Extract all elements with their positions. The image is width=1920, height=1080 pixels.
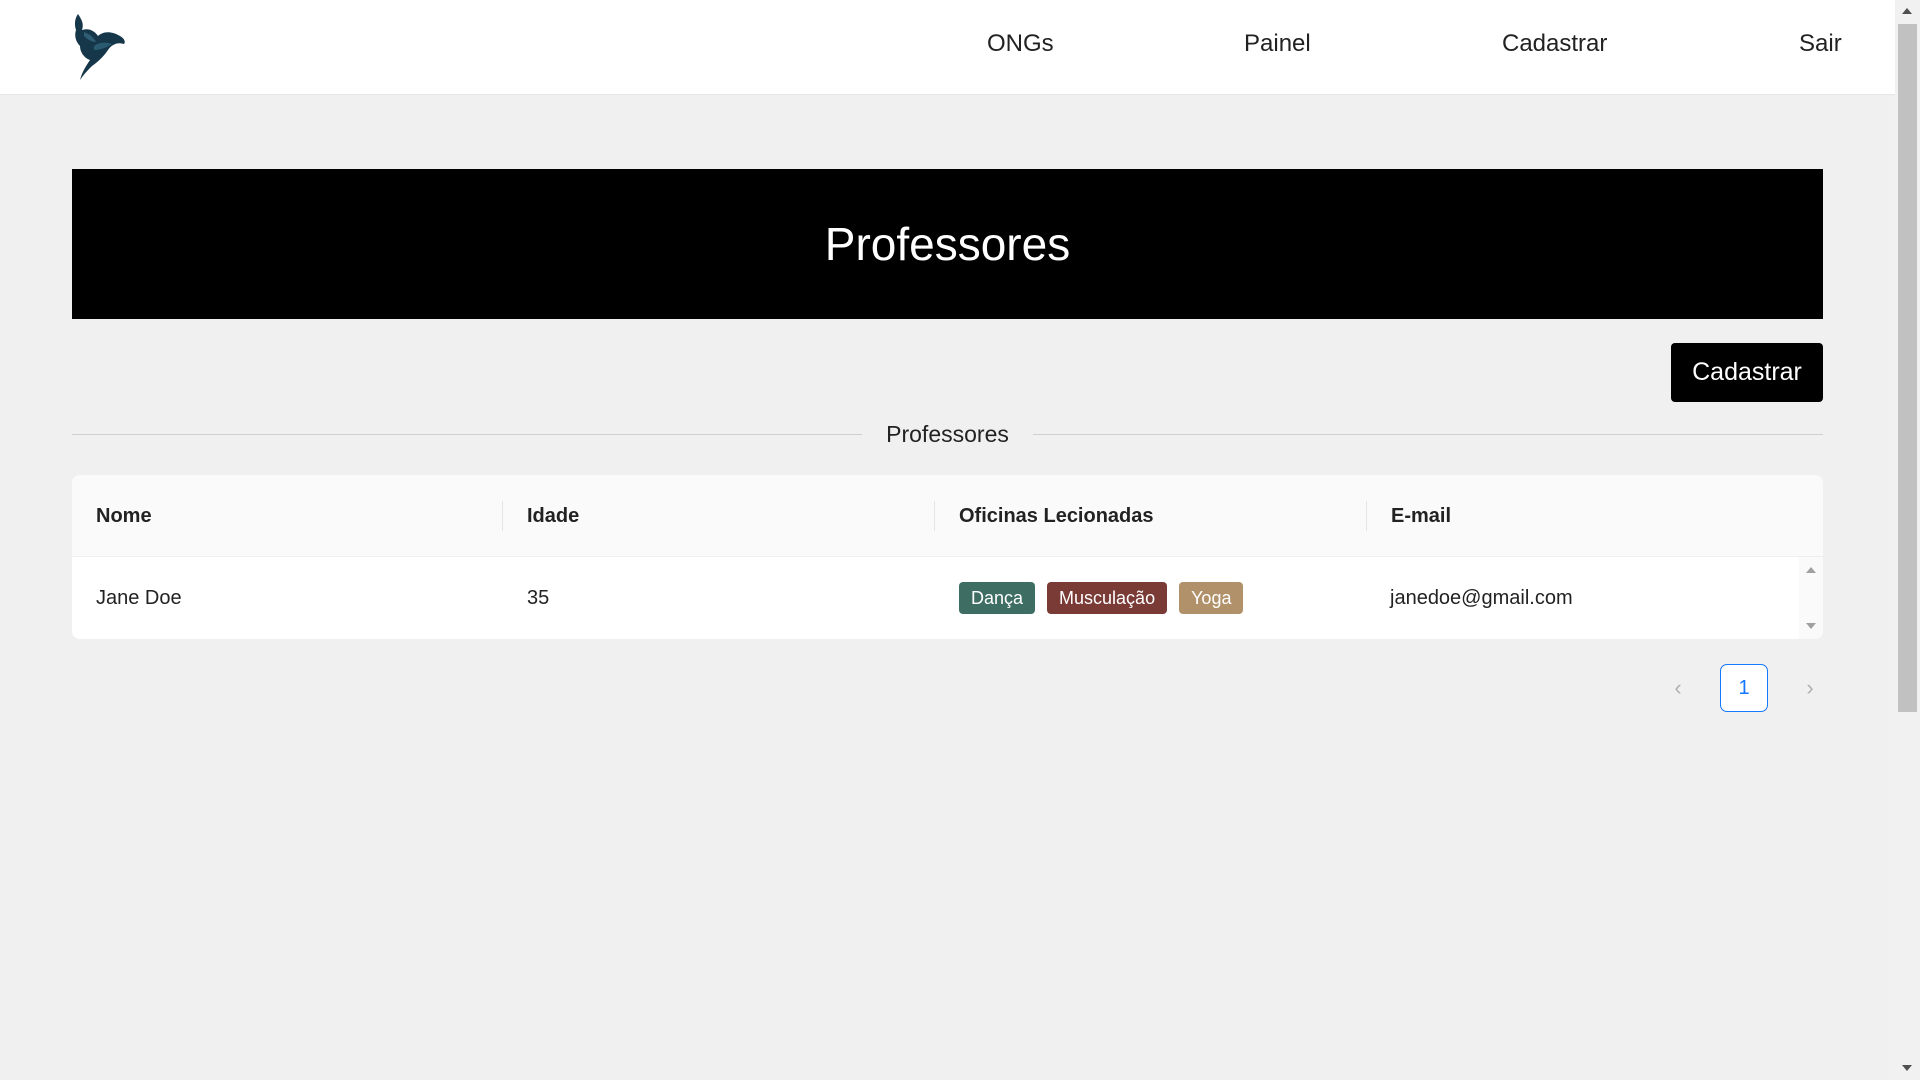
nav-item-ongs[interactable]: ONGs (987, 30, 1054, 58)
cell-age: 35 (527, 586, 550, 609)
scrollbar-thumb[interactable] (1898, 24, 1917, 712)
teachers-table: Nome Idade Oficinas Lecionadas E-mail Ja… (72, 475, 1823, 639)
page-banner: Professores (72, 169, 1823, 319)
scroll-up-icon[interactable] (1902, 8, 1912, 14)
column-header-age[interactable]: Idade (527, 475, 579, 557)
column-separator (934, 501, 935, 531)
register-button[interactable]: Cadastrar (1671, 343, 1823, 402)
column-separator (502, 501, 503, 531)
bird-logo[interactable] (72, 12, 128, 82)
cell-workshops: Dança Musculação Yoga (959, 557, 1255, 639)
section-divider: Professores (72, 418, 1823, 450)
table-row[interactable]: Jane Doe 35 Dança Musculação Yoga janedo… (72, 557, 1823, 639)
workshop-tag: Musculação (1047, 582, 1168, 614)
nav-item-sair[interactable]: Sair (1799, 30, 1842, 58)
column-separator (1366, 501, 1367, 531)
page-scrollbar[interactable] (1895, 0, 1920, 1080)
cell-name: Jane Doe (96, 586, 182, 609)
workshop-tag: Yoga (1179, 582, 1244, 614)
page-number-current[interactable]: 1 (1720, 664, 1768, 712)
divider-line-right (1032, 433, 1823, 435)
cell-email: janedoe@gmail.com (1390, 586, 1573, 609)
column-header-email[interactable]: E-mail (1391, 475, 1451, 557)
nav-item-painel[interactable]: Painel (1244, 30, 1311, 58)
chevron-right-icon[interactable]: › (1792, 664, 1828, 712)
divider-line-left (72, 433, 863, 435)
column-header-name[interactable]: Nome (96, 475, 152, 557)
top-navbar: ONGs Painel Cadastrar Sair (0, 0, 1895, 95)
page-title: Professores (824, 218, 1071, 270)
scroll-down-icon[interactable] (1902, 1065, 1912, 1071)
workshop-tag: Dança (959, 582, 1036, 614)
scroll-down-icon[interactable] (1806, 623, 1816, 629)
section-title: Professores (886, 420, 1009, 447)
nav-item-cadastrar[interactable]: Cadastrar (1502, 30, 1607, 58)
chevron-left-icon[interactable]: ‹ (1660, 664, 1696, 712)
scroll-up-icon[interactable] (1806, 567, 1816, 573)
table-scrollbar[interactable] (1799, 557, 1823, 639)
column-header-workshops[interactable]: Oficinas Lecionadas (959, 475, 1154, 557)
pagination: ‹ 1 › (1660, 664, 1828, 712)
table-header: Nome Idade Oficinas Lecionadas E-mail (72, 475, 1823, 557)
